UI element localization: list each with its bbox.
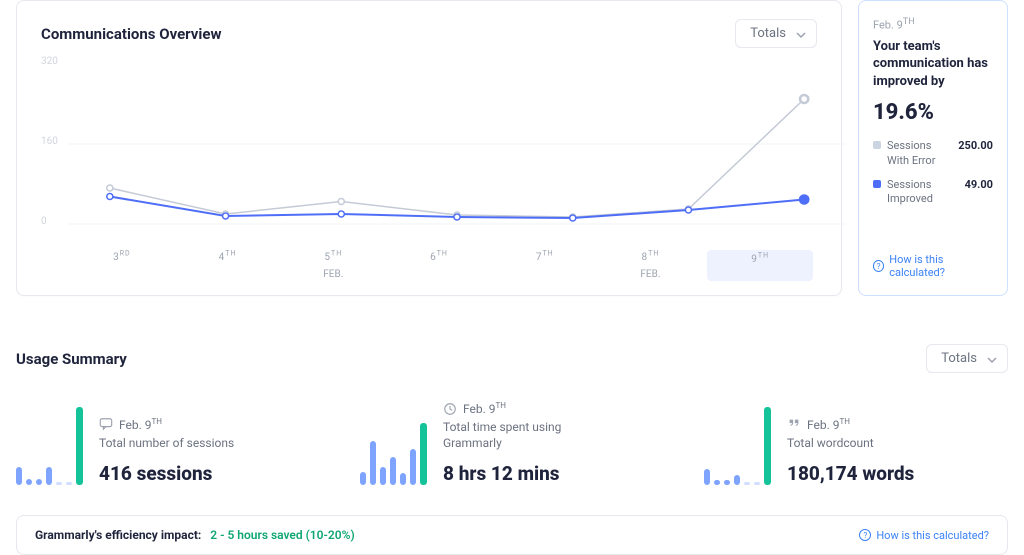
x-tick[interactable]: 4TH xyxy=(175,250,281,281)
chevron-down-icon xyxy=(987,354,997,364)
x-tick[interactable]: 7TH xyxy=(492,250,598,281)
usage-summary-section: Usage Summary Totals Feb. 9TH Total numbe… xyxy=(16,344,1008,484)
usage-card: Feb. 9TH Total time spent using Grammarly… xyxy=(360,401,664,484)
x-tick[interactable]: 9TH xyxy=(707,250,813,281)
usage-select-label: Totals xyxy=(941,351,977,366)
usage-totals-select[interactable]: Totals xyxy=(926,344,1008,373)
efficiency-impact-banner: Grammarly's efficiency impact: 2 - 5 hou… xyxy=(16,515,1008,555)
quote-icon xyxy=(787,417,801,431)
chat-icon xyxy=(99,417,113,431)
usage-summary-title: Usage Summary xyxy=(16,350,127,368)
y-tick: 160 xyxy=(41,136,58,147)
square-icon-blue xyxy=(873,180,881,188)
usage-card-date: Feb. 9TH xyxy=(443,401,603,416)
side-card-value: 19.6% xyxy=(873,100,993,125)
usage-card: Feb. 9TH Total wordcount 180,174 words xyxy=(704,401,1008,484)
square-icon-grey xyxy=(873,141,881,149)
overview-title: Communications Overview xyxy=(41,25,222,43)
y-tick: 320 xyxy=(41,56,58,67)
communications-overview-card: Communications Overview Totals 320 160 0 xyxy=(16,0,842,296)
x-tick[interactable]: 8THFEB. xyxy=(598,250,704,281)
impact-label: Grammarly's efficiency impact: xyxy=(35,528,201,542)
improvement-side-card: Feb. 9TH Your team's communication has i… xyxy=(858,0,1008,296)
usage-card-value: 416 sessions xyxy=(99,462,234,485)
x-tick[interactable]: 6TH xyxy=(386,250,492,281)
mini-bar-chart xyxy=(16,407,83,485)
x-tick[interactable]: 5THFEB. xyxy=(280,250,386,281)
overview-x-axis: 3RD4TH5THFEB.6TH7TH8THFEB.9TH xyxy=(69,250,817,281)
info-icon xyxy=(859,529,871,541)
x-tick[interactable]: 3RD xyxy=(69,250,175,281)
usage-card: Feb. 9TH Total number of sessions 416 sess… xyxy=(16,401,320,484)
side-row-sessions-improved: Sessions Improved 49.00 xyxy=(873,178,993,207)
impact-value: 2 - 5 hours saved (10-20%) xyxy=(210,528,354,542)
side-row-sessions-error: Sessions With Error 250.00 xyxy=(873,139,993,168)
side-card-lead: Your team's communication has improved b… xyxy=(873,38,993,91)
usage-card-date: Feb. 9TH xyxy=(787,417,914,432)
usage-card-date: Feb. 9TH xyxy=(99,417,234,432)
usage-card-value: 180,174 words xyxy=(787,462,914,485)
usage-card-desc: Total wordcount xyxy=(787,436,914,452)
impact-how-calculated-link[interactable]: How is this calculated? xyxy=(859,529,989,542)
how-calculated-link[interactable]: How is this calculated? xyxy=(873,253,993,279)
overview-select-label: Totals xyxy=(750,26,786,41)
mini-bar-chart xyxy=(704,407,771,485)
side-card-date: Feb. 9TH xyxy=(873,17,993,32)
overview-line-chart: 320 160 0 xyxy=(41,54,817,244)
usage-card-value: 8 hrs 12 mins xyxy=(443,462,603,485)
info-icon xyxy=(873,260,884,272)
overview-totals-select[interactable]: Totals xyxy=(735,19,817,48)
mini-bar-chart xyxy=(360,407,427,485)
chevron-down-icon xyxy=(796,29,806,39)
usage-card-desc: Total number of sessions xyxy=(99,436,234,452)
clock-icon xyxy=(443,402,457,416)
y-tick: 0 xyxy=(41,216,47,227)
usage-card-desc: Total time spent using Grammarly xyxy=(443,420,603,451)
